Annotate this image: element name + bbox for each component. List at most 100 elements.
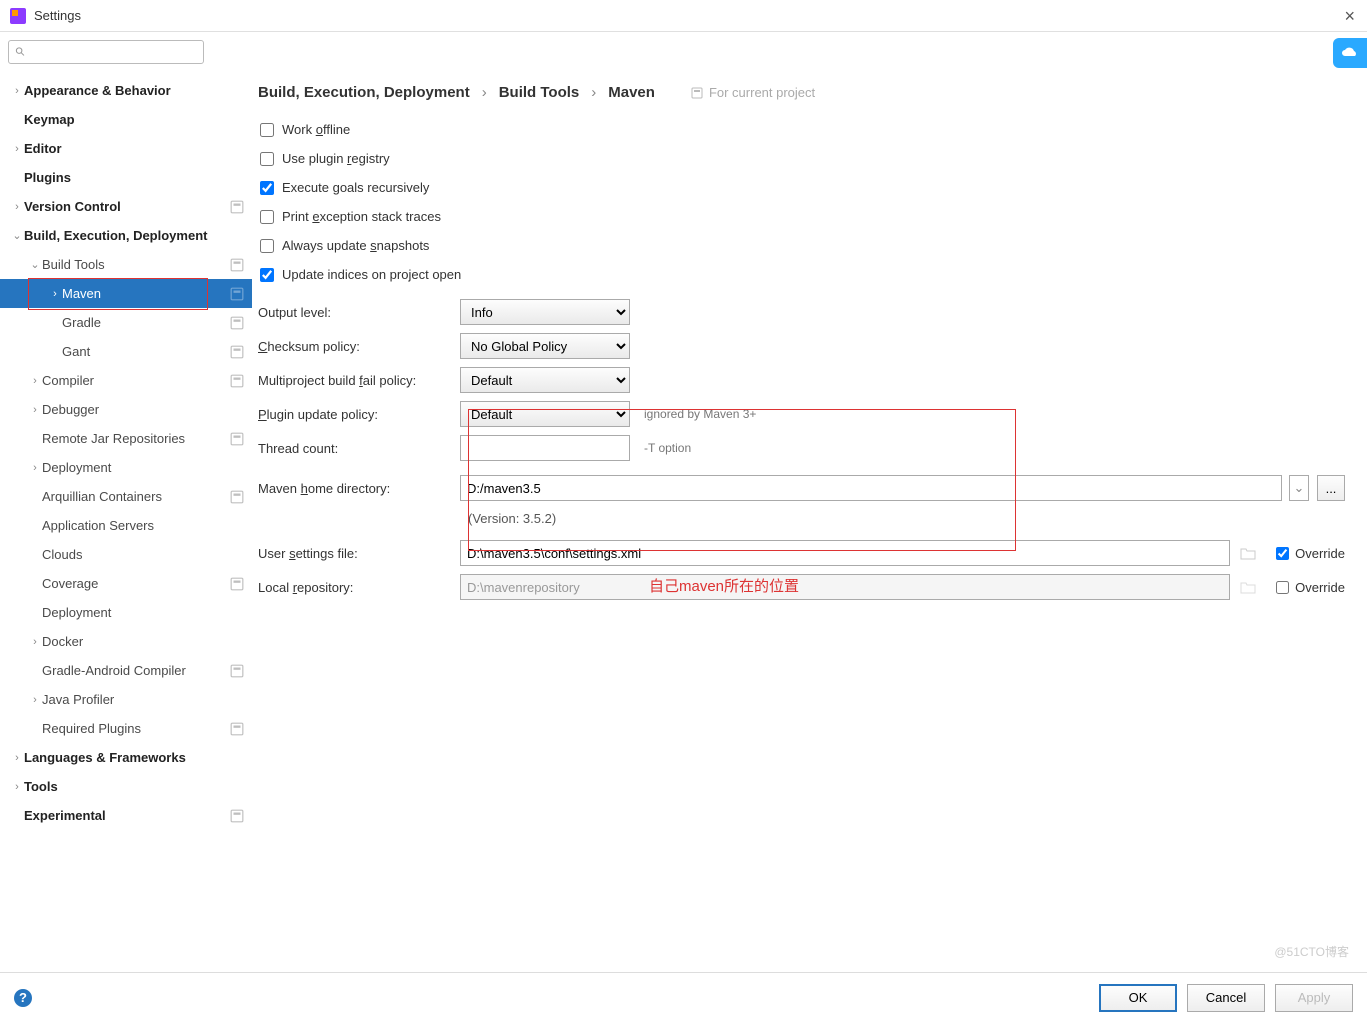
output-level-label: Output level: [258,305,460,320]
breadcrumb-item[interactable]: Build, Execution, Deployment [258,84,470,101]
tree-item-experimental[interactable]: Experimental [0,801,252,830]
project-badge-icon [230,722,244,736]
local-repo-override[interactable]: Override [1276,580,1345,595]
tree-item-application-servers[interactable]: Application Servers [0,511,252,540]
tree-item-build-execution-deployment[interactable]: ⌄Build, Execution, Deployment [0,221,252,250]
dialog-footer: ? OK Cancel Apply [0,972,1367,1022]
search-box[interactable] [8,40,204,64]
tree-item-docker[interactable]: ›Docker [0,627,252,656]
tree-item-build-tools[interactable]: ⌄Build Tools [0,250,252,279]
chevron-icon: › [10,201,24,213]
title-bar: Settings × [0,0,1367,32]
maven-home-input[interactable] [460,475,1282,501]
apply-button[interactable]: Apply [1275,984,1353,1012]
tree-item-label: Remote Jar Repositories [42,431,230,446]
tree-item-gradle-android-compiler[interactable]: Gradle-Android Compiler [0,656,252,685]
tree-item-label: Gradle-Android Compiler [42,663,230,678]
tree-item-arquillian-containers[interactable]: Arquillian Containers [0,482,252,511]
checksum-policy-select[interactable]: No Global Policy [460,333,630,359]
project-badge-icon [230,200,244,214]
tree-item-label: Docker [42,634,244,649]
tree-item-editor[interactable]: ›Editor [0,134,252,163]
close-icon[interactable]: × [1344,6,1355,27]
tree-item-required-plugins[interactable]: Required Plugins [0,714,252,743]
watermark: @51CTO博客 [1274,943,1349,960]
project-badge-icon [230,490,244,504]
project-badge-icon [230,258,244,272]
browse-button[interactable]: ... [1317,475,1345,501]
tree-item-deployment[interactable]: Deployment [0,598,252,627]
tree-item-label: Plugins [24,170,244,185]
tree-item-label: Application Servers [42,518,244,533]
tree-item-languages-frameworks[interactable]: ›Languages & Frameworks [0,743,252,772]
chevron-right-icon: › [591,84,596,101]
tree-item-label: Gradle [62,315,230,330]
tree-item-label: Tools [24,779,244,794]
help-icon[interactable]: ? [14,989,32,1007]
chevron-icon: › [28,375,42,387]
tree-item-appearance-behavior[interactable]: ›Appearance & Behavior [0,76,252,105]
always-update-check[interactable]: Always update snapshots [260,231,1345,260]
tree-item-keymap[interactable]: Keymap [0,105,252,134]
breadcrumb-item[interactable]: Build Tools [499,84,580,101]
tree-item-remote-jar-repositories[interactable]: Remote Jar Repositories [0,424,252,453]
tree-item-version-control[interactable]: ›Version Control [0,192,252,221]
tree-item-plugins[interactable]: Plugins [0,163,252,192]
tree-item-maven[interactable]: ›Maven [0,279,252,308]
chevron-icon: › [28,462,42,474]
tree-item-deployment[interactable]: ›Deployment [0,453,252,482]
plugin-update-select[interactable]: Default [460,401,630,427]
maven-home-label: Maven home directory: [258,481,460,496]
project-badge-icon [230,577,244,591]
project-badge-icon [230,316,244,330]
project-badge-icon [230,287,244,301]
tree-item-label: Keymap [24,112,244,127]
chevron-icon: › [10,85,24,97]
tree-item-label: Appearance & Behavior [24,83,244,98]
update-indices-check[interactable]: Update indices on project open [260,260,1345,289]
chevron-icon: › [10,143,24,155]
print-exception-check[interactable]: Print exception stack traces [260,202,1345,231]
tree-item-label: Debugger [42,402,244,417]
folder-icon[interactable] [1238,577,1258,597]
breadcrumb-item[interactable]: Maven [608,84,655,101]
thread-count-label: Thread count: [258,441,460,456]
local-repo-input[interactable] [460,574,1230,600]
folder-icon[interactable] [1238,543,1258,563]
maven-version-label: (Version: 3.5.2) [468,511,1345,526]
chevron-icon: › [10,752,24,764]
execute-goals-check[interactable]: Execute goals recursively [260,173,1345,202]
user-settings-override[interactable]: Override [1276,546,1345,561]
ok-button[interactable]: OK [1099,984,1177,1012]
tree-item-label: Gant [62,344,230,359]
tree-item-label: Java Profiler [42,692,244,707]
tree-item-java-profiler[interactable]: ›Java Profiler [0,685,252,714]
for-current-project: For current project [691,85,815,100]
tree-item-coverage[interactable]: Coverage [0,569,252,598]
search-input[interactable] [30,45,197,59]
tree-item-clouds[interactable]: Clouds [0,540,252,569]
multiproject-select[interactable]: Default [460,367,630,393]
tree-item-gant[interactable]: Gant [0,337,252,366]
tree-item-label: Coverage [42,576,230,591]
tree-item-compiler[interactable]: ›Compiler [0,366,252,395]
tree-item-label: Build, Execution, Deployment [24,228,244,243]
work-offline-check[interactable]: Work offline [260,115,1345,144]
tree-item-gradle[interactable]: Gradle [0,308,252,337]
dropdown-icon[interactable]: ⌄ [1289,475,1309,501]
tree-item-debugger[interactable]: ›Debugger [0,395,252,424]
use-plugin-registry-check[interactable]: Use plugin registry [260,144,1345,173]
thread-count-hint: -T option [644,441,691,455]
chevron-right-icon: › [482,84,487,101]
user-settings-input[interactable] [460,540,1230,566]
tree-item-label: Deployment [42,460,244,475]
tree-item-tools[interactable]: ›Tools [0,772,252,801]
cloud-icon [1340,46,1360,60]
output-level-select[interactable]: Info [460,299,630,325]
search-icon [15,46,26,58]
cloud-badge-icon[interactable] [1333,38,1367,68]
project-badge-icon [230,664,244,678]
thread-count-input[interactable] [460,435,630,461]
cancel-button[interactable]: Cancel [1187,984,1265,1012]
breadcrumb: Build, Execution, Deployment › Build Too… [258,84,1345,101]
